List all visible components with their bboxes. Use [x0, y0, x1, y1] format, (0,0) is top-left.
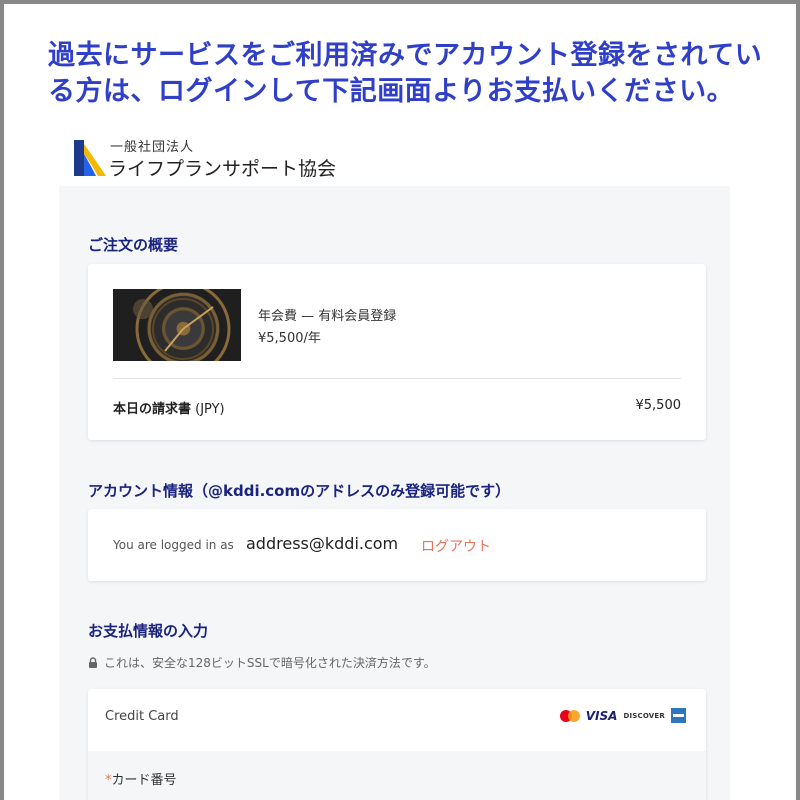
logo-name: ライフプランサポート協会 [108, 158, 337, 180]
card-number-section: *カード番号 [88, 751, 706, 800]
clock-image-icon [133, 289, 231, 361]
account-card: You are logged in as address@kddi.com ログ… [88, 509, 706, 581]
secure-notice-text: これは、安全な128ビットSSLで暗号化された決済方法です。 [104, 656, 436, 670]
login-notice: 過去にサービスをご利用済みでアカウント登録をされている方は、ログインして下記画面… [48, 40, 763, 107]
total-label: 本日の請求書 (JPY) [113, 398, 225, 417]
card-number-label-text: カード番号 [111, 773, 177, 788]
secure-notice: これは、安全な128ビットSSLで暗号化された決済方法です。 [88, 654, 436, 671]
logo-mark-icon [74, 140, 106, 176]
logo-subtitle: 一般社団法人 [110, 140, 195, 155]
payment-info-title: お支払情報の入力 [88, 622, 209, 640]
order-summary-card: 年会費 — 有料会員登録 ¥5,500/年 本日の請求書 (JPY) ¥5,50… [88, 264, 706, 440]
card-number-label: *カード番号 [105, 769, 177, 788]
product-image [113, 289, 241, 361]
logout-link[interactable]: ログアウト [421, 536, 491, 556]
summary-divider [113, 378, 681, 379]
order-summary-title: ご注文の概要 [88, 236, 179, 254]
card-brand-logos: VISA DISCOVER [559, 708, 686, 723]
total-value: ¥5,500 [635, 398, 682, 413]
total-label-text: 本日の請求書 [113, 402, 192, 417]
payment-card: Credit Card VISA DISCOVER *カード番号 [88, 689, 706, 800]
discover-logo: DISCOVER [623, 711, 665, 720]
mastercard-icon [559, 709, 580, 722]
page-frame: 過去にサービスをご利用済みでアカウント登録をされている方は、ログインして下記画面… [4, 4, 796, 800]
total-currency: (JPY) [195, 402, 225, 417]
credit-card-label: Credit Card [105, 709, 179, 724]
visa-logo: VISA [585, 708, 618, 723]
organization-logo[interactable]: 一般社団法人 ライフプランサポート協会 [72, 134, 372, 180]
lock-icon [89, 657, 97, 668]
product-name: 年会費 — 有料会員登録 [258, 309, 397, 324]
logged-in-text: You are logged in as [113, 538, 234, 552]
amex-icon [671, 708, 686, 723]
logged-in-email: address@kddi.com [246, 534, 399, 553]
checkout-panel: ご注文の概要 年会費 — 有料会員登録 ¥5,500/年 本日の請求書 (JPY… [59, 186, 730, 800]
product-price: ¥5,500/年 [258, 331, 321, 346]
account-info-title: アカウント情報（@kddi.comのアドレスのみ登録可能です） [88, 482, 511, 500]
